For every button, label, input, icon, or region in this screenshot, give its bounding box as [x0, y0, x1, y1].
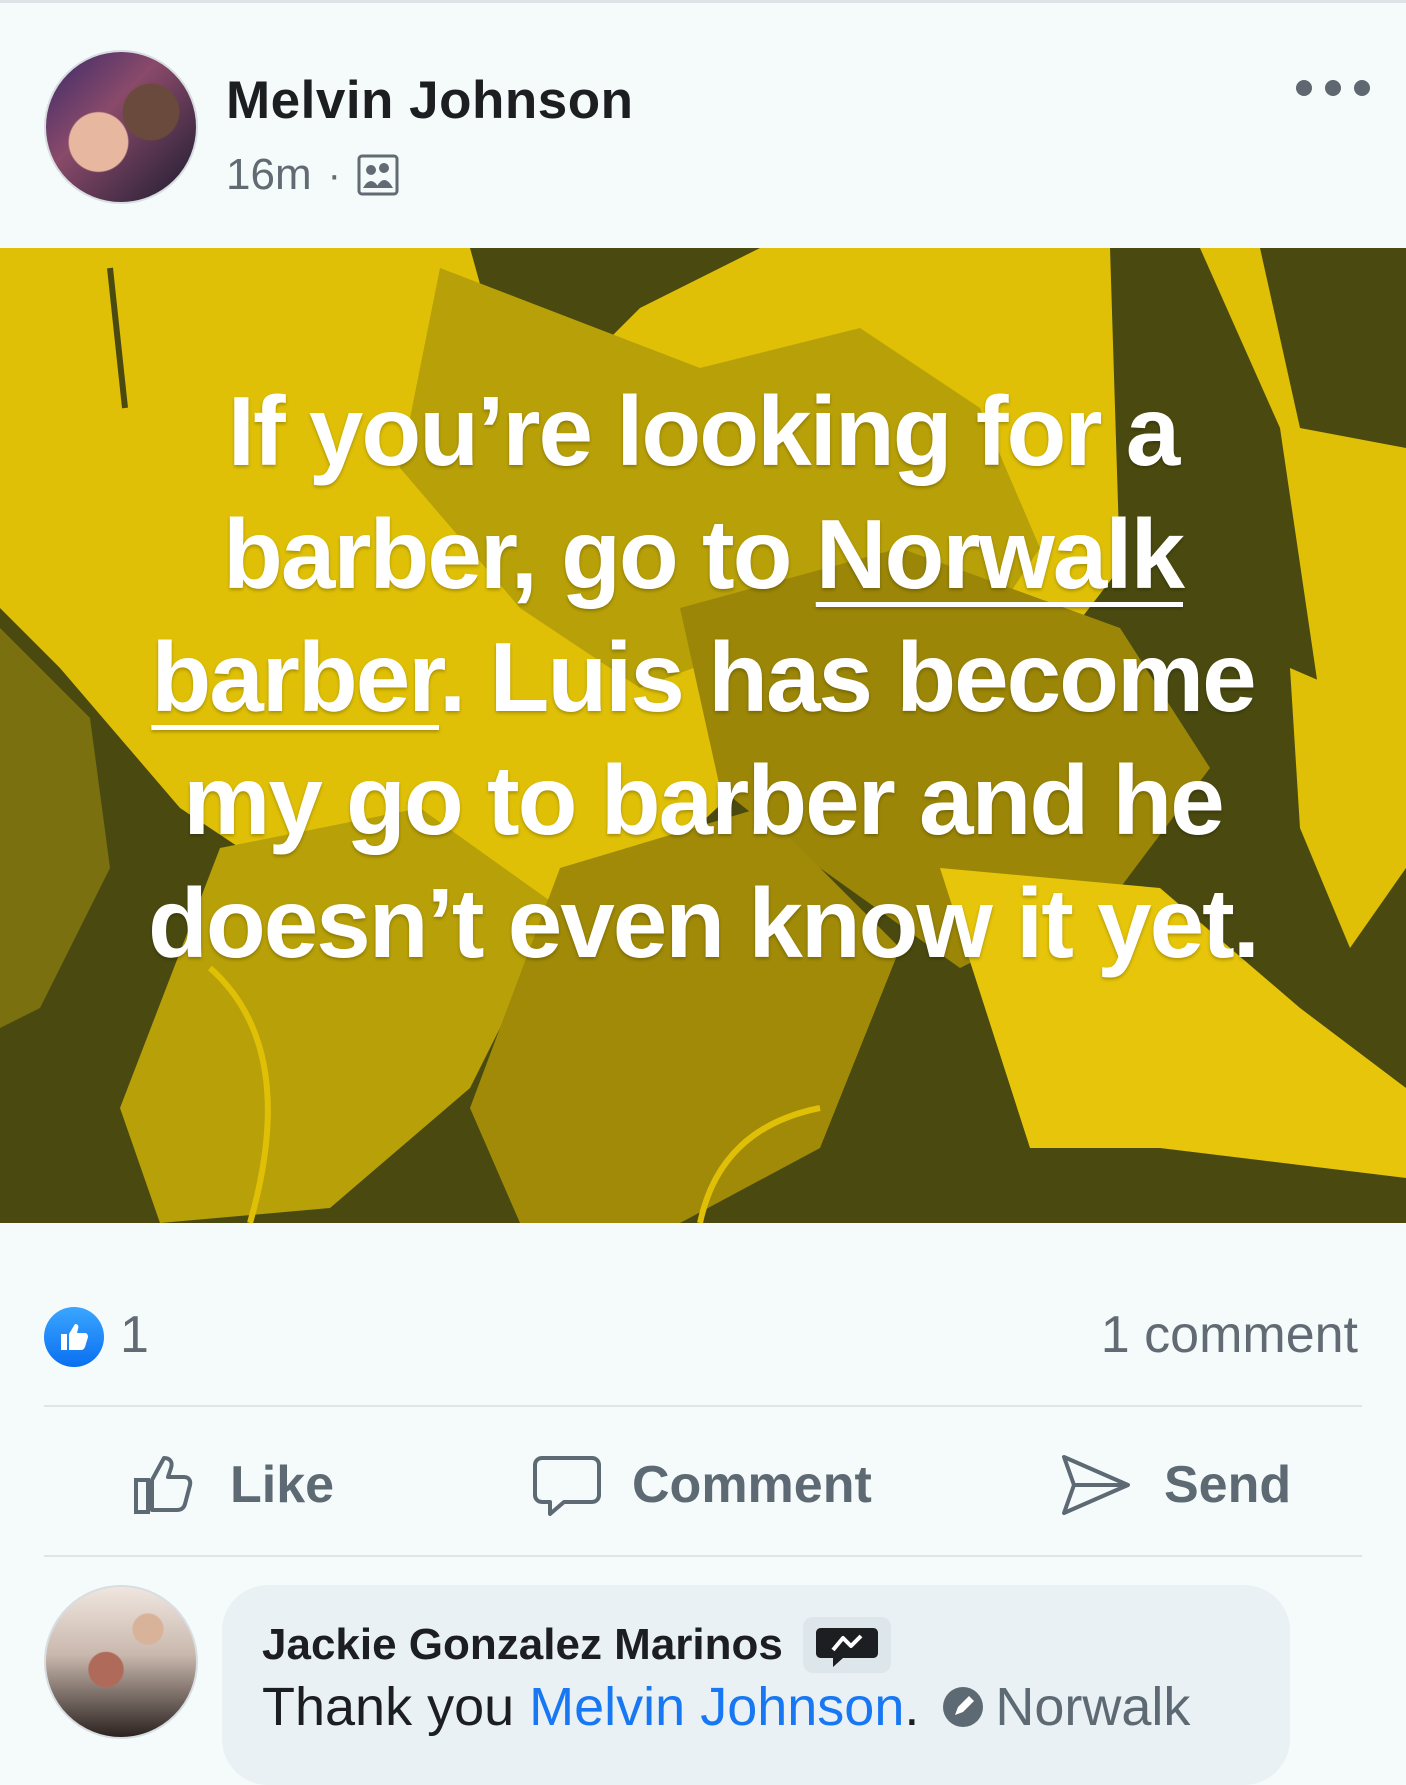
mention-melvin-johnson[interactable]: Melvin Johnson [529, 1677, 904, 1737]
send-button[interactable]: Send [1058, 1445, 1291, 1525]
commenter-name-row: Jackie Gonzalez Marinos [262, 1617, 891, 1673]
post-background: If you’re looking for a barber, go to No… [0, 248, 1406, 1223]
comment-text-end: . [904, 1677, 920, 1737]
comment-text-start: Thank you [262, 1677, 530, 1737]
comment-label: Comment [632, 1456, 872, 1514]
like-reaction-icon[interactable] [44, 1307, 104, 1367]
send-arrow-icon [1058, 1447, 1134, 1523]
top-border [0, 0, 1406, 3]
commenter-avatar[interactable] [44, 1585, 198, 1739]
like-count[interactable]: 1 [120, 1305, 149, 1365]
speech-bubble-icon [532, 1450, 602, 1520]
comment-text: Thank you Melvin Johnson. Norwalk [262, 1676, 1190, 1742]
post-text: If you’re looking for a barber, go to No… [120, 370, 1286, 985]
divider-bottom [44, 1555, 1362, 1557]
location-label[interactable]: Norwalk [995, 1677, 1190, 1737]
comment-button[interactable]: Comment [532, 1445, 872, 1525]
divider-top [44, 1405, 1362, 1407]
thumbs-up-icon [130, 1450, 200, 1520]
post-meta: 16m · [226, 150, 399, 200]
more-options-icon[interactable] [1296, 68, 1370, 108]
comment-count[interactable]: 1 comment [1101, 1305, 1358, 1365]
send-label: Send [1164, 1456, 1292, 1514]
author-avatar[interactable] [44, 50, 198, 204]
meta-separator: · [327, 152, 341, 197]
pencil-location-icon [941, 1680, 985, 1742]
like-label: Like [230, 1456, 335, 1514]
top-fan-badge-icon[interactable] [802, 1617, 891, 1673]
post-author-name[interactable]: Melvin Johnson [226, 70, 633, 131]
post-timestamp[interactable]: 16m [226, 150, 312, 200]
commenter-name[interactable]: Jackie Gonzalez Marinos [262, 1620, 783, 1670]
like-button[interactable]: Like [130, 1445, 334, 1525]
group-audience-icon[interactable] [357, 154, 399, 196]
